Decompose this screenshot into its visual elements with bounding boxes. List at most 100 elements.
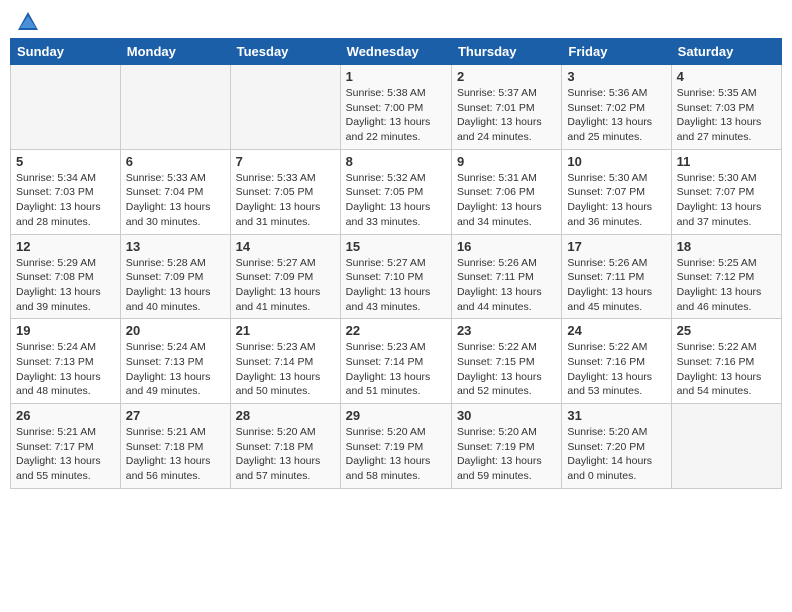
day-info: Sunrise: 5:22 AMSunset: 7:16 PMDaylight:…: [567, 340, 665, 399]
calendar-cell: 22 Sunrise: 5:23 AMSunset: 7:14 PMDayligh…: [340, 319, 451, 404]
calendar-cell: [120, 65, 230, 150]
day-number: 29: [346, 408, 446, 423]
day-info: Sunrise: 5:24 AMSunset: 7:13 PMDaylight:…: [16, 340, 115, 399]
calendar-week-row: 26 Sunrise: 5:21 AMSunset: 7:17 PMDayligh…: [11, 404, 782, 489]
calendar-header-sunday: Sunday: [11, 39, 121, 65]
page-header: [10, 10, 782, 30]
calendar-cell: 8 Sunrise: 5:32 AMSunset: 7:05 PMDaylight…: [340, 149, 451, 234]
calendar-cell: 16Sunrise: 5:26 AMSunset: 7:11 PMDayligh…: [451, 234, 561, 319]
calendar-cell: 25Sunrise: 5:22 AMSunset: 7:16 PMDayligh…: [671, 319, 781, 404]
logo: [14, 10, 40, 30]
day-number: 5: [16, 154, 115, 169]
calendar-cell: 27 Sunrise: 5:21 AMSunset: 7:18 PMDayligh…: [120, 404, 230, 489]
calendar-header-wednesday: Wednesday: [340, 39, 451, 65]
calendar-cell: [230, 65, 340, 150]
day-number: 17: [567, 239, 665, 254]
day-info: Sunrise: 5:26 AMSunset: 7:11 PMDaylight:…: [567, 256, 665, 315]
day-number: 1: [346, 69, 446, 84]
calendar-cell: 10Sunrise: 5:30 AMSunset: 7:07 PMDayligh…: [562, 149, 671, 234]
calendar-cell: 28Sunrise: 5:20 AMSunset: 7:18 PMDayligh…: [230, 404, 340, 489]
day-info: Sunrise: 5:32 AMSunset: 7:05 PMDaylight:…: [346, 171, 446, 230]
day-info: Sunrise: 5:21 AMSunset: 7:17 PMDaylight:…: [16, 425, 115, 484]
day-number: 24: [567, 323, 665, 338]
calendar-header-monday: Monday: [120, 39, 230, 65]
day-number: 7: [236, 154, 335, 169]
day-info: Sunrise: 5:36 AMSunset: 7:02 PMDaylight:…: [567, 86, 665, 145]
calendar-cell: 1 Sunrise: 5:38 AMSunset: 7:00 PMDaylight…: [340, 65, 451, 150]
calendar-cell: 31 Sunrise: 5:20 AMSunset: 7:20 PMDayligh…: [562, 404, 671, 489]
calendar-cell: 19 Sunrise: 5:24 AMSunset: 7:13 PMDayligh…: [11, 319, 121, 404]
day-number: 16: [457, 239, 556, 254]
day-number: 10: [567, 154, 665, 169]
day-number: 19: [16, 323, 115, 338]
day-info: Sunrise: 5:35 AMSunset: 7:03 PMDaylight:…: [677, 86, 776, 145]
day-number: 22: [346, 323, 446, 338]
day-info: Sunrise: 5:34 AMSunset: 7:03 PMDaylight:…: [16, 171, 115, 230]
day-number: 26: [16, 408, 115, 423]
calendar-cell: 17 Sunrise: 5:26 AMSunset: 7:11 PMDayligh…: [562, 234, 671, 319]
calendar-week-row: 12 Sunrise: 5:29 AMSunset: 7:08 PMDayligh…: [11, 234, 782, 319]
day-number: 13: [126, 239, 225, 254]
calendar-cell: [671, 404, 781, 489]
calendar-header-saturday: Saturday: [671, 39, 781, 65]
calendar-week-row: 19 Sunrise: 5:24 AMSunset: 7:13 PMDayligh…: [11, 319, 782, 404]
calendar-week-row: 1 Sunrise: 5:38 AMSunset: 7:00 PMDaylight…: [11, 65, 782, 150]
day-number: 3: [567, 69, 665, 84]
day-number: 25: [677, 323, 776, 338]
day-number: 11: [677, 154, 776, 169]
calendar-cell: 29 Sunrise: 5:20 AMSunset: 7:19 PMDayligh…: [340, 404, 451, 489]
day-number: 23: [457, 323, 556, 338]
day-info: Sunrise: 5:31 AMSunset: 7:06 PMDaylight:…: [457, 171, 556, 230]
calendar-cell: 5 Sunrise: 5:34 AMSunset: 7:03 PMDaylight…: [11, 149, 121, 234]
calendar-cell: 12 Sunrise: 5:29 AMSunset: 7:08 PMDayligh…: [11, 234, 121, 319]
day-number: 18: [677, 239, 776, 254]
day-info: Sunrise: 5:21 AMSunset: 7:18 PMDaylight:…: [126, 425, 225, 484]
calendar-header-thursday: Thursday: [451, 39, 561, 65]
calendar-table: SundayMondayTuesdayWednesdayThursdayFrid…: [10, 38, 782, 489]
day-info: Sunrise: 5:20 AMSunset: 7:19 PMDaylight:…: [457, 425, 556, 484]
calendar-cell: 15 Sunrise: 5:27 AMSunset: 7:10 PMDayligh…: [340, 234, 451, 319]
day-number: 27: [126, 408, 225, 423]
day-number: 8: [346, 154, 446, 169]
calendar-cell: 11 Sunrise: 5:30 AMSunset: 7:07 PMDayligh…: [671, 149, 781, 234]
day-info: Sunrise: 5:20 AMSunset: 7:20 PMDaylight:…: [567, 425, 665, 484]
calendar-cell: 7Sunrise: 5:33 AMSunset: 7:05 PMDaylight…: [230, 149, 340, 234]
day-number: 31: [567, 408, 665, 423]
day-info: Sunrise: 5:27 AMSunset: 7:10 PMDaylight:…: [346, 256, 446, 315]
calendar-cell: 24 Sunrise: 5:22 AMSunset: 7:16 PMDayligh…: [562, 319, 671, 404]
day-info: Sunrise: 5:38 AMSunset: 7:00 PMDaylight:…: [346, 86, 446, 145]
day-number: 6: [126, 154, 225, 169]
day-info: Sunrise: 5:23 AMSunset: 7:14 PMDaylight:…: [236, 340, 335, 399]
day-info: Sunrise: 5:24 AMSunset: 7:13 PMDaylight:…: [126, 340, 225, 399]
day-info: Sunrise: 5:30 AMSunset: 7:07 PMDaylight:…: [677, 171, 776, 230]
day-number: 9: [457, 154, 556, 169]
day-number: 12: [16, 239, 115, 254]
calendar-cell: 4 Sunrise: 5:35 AMSunset: 7:03 PMDaylight…: [671, 65, 781, 150]
day-number: 20: [126, 323, 225, 338]
calendar-week-row: 5 Sunrise: 5:34 AMSunset: 7:03 PMDaylight…: [11, 149, 782, 234]
day-number: 14: [236, 239, 335, 254]
day-number: 21: [236, 323, 335, 338]
day-number: 28: [236, 408, 335, 423]
calendar-cell: 2Sunrise: 5:37 AMSunset: 7:01 PMDaylight…: [451, 65, 561, 150]
calendar-header-row: SundayMondayTuesdayWednesdayThursdayFrid…: [11, 39, 782, 65]
calendar-header-friday: Friday: [562, 39, 671, 65]
calendar-cell: 9 Sunrise: 5:31 AMSunset: 7:06 PMDaylight…: [451, 149, 561, 234]
day-info: Sunrise: 5:33 AMSunset: 7:04 PMDaylight:…: [126, 171, 225, 230]
calendar-cell: 23 Sunrise: 5:22 AMSunset: 7:15 PMDayligh…: [451, 319, 561, 404]
calendar-cell: 21 Sunrise: 5:23 AMSunset: 7:14 PMDayligh…: [230, 319, 340, 404]
calendar-cell: 26 Sunrise: 5:21 AMSunset: 7:17 PMDayligh…: [11, 404, 121, 489]
calendar-header-tuesday: Tuesday: [230, 39, 340, 65]
day-number: 4: [677, 69, 776, 84]
day-number: 15: [346, 239, 446, 254]
day-info: Sunrise: 5:22 AMSunset: 7:15 PMDaylight:…: [457, 340, 556, 399]
day-info: Sunrise: 5:23 AMSunset: 7:14 PMDaylight:…: [346, 340, 446, 399]
calendar-cell: 13Sunrise: 5:28 AMSunset: 7:09 PMDayligh…: [120, 234, 230, 319]
calendar-cell: [11, 65, 121, 150]
day-info: Sunrise: 5:20 AMSunset: 7:19 PMDaylight:…: [346, 425, 446, 484]
calendar-cell: 20 Sunrise: 5:24 AMSunset: 7:13 PMDayligh…: [120, 319, 230, 404]
calendar-cell: 18Sunrise: 5:25 AMSunset: 7:12 PMDayligh…: [671, 234, 781, 319]
day-number: 2: [457, 69, 556, 84]
day-info: Sunrise: 5:29 AMSunset: 7:08 PMDaylight:…: [16, 256, 115, 315]
day-info: Sunrise: 5:27 AMSunset: 7:09 PMDaylight:…: [236, 256, 335, 315]
